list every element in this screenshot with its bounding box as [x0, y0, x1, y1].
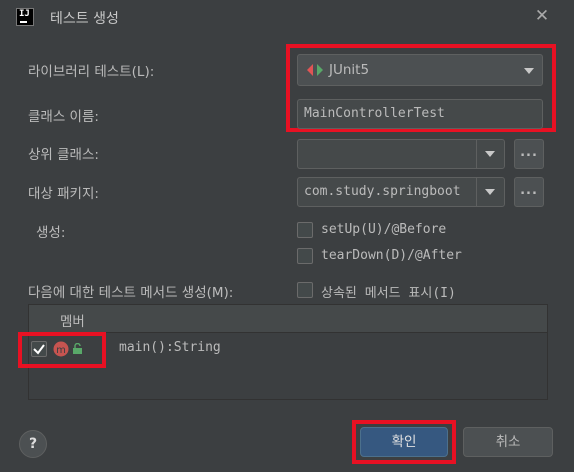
superclass-combobox[interactable] — [297, 139, 505, 169]
svg-text:m: m — [56, 345, 66, 356]
close-icon[interactable]: ✕ — [532, 6, 552, 26]
chevron-down-icon[interactable] — [524, 68, 534, 74]
setup-label[interactable]: setUp(U)/@Before — [321, 222, 446, 237]
show-inherited-label[interactable]: 상속된 메서드 표시(I) — [321, 282, 456, 301]
junit-icon — [307, 64, 323, 76]
show-inherited-checkbox[interactable] — [297, 282, 313, 298]
ok-button[interactable]: 확인 — [360, 427, 448, 457]
chevron-down-icon[interactable] — [485, 151, 495, 157]
member-signature: main():String — [119, 340, 221, 355]
superclass-browse-button[interactable]: ... — [514, 139, 544, 169]
check-icon — [33, 344, 45, 355]
package-combobox[interactable]: com.study.springboot — [297, 177, 505, 207]
generate-label: 생성: — [36, 225, 66, 241]
library-label: 라이브러리 테스트(L): — [28, 64, 155, 80]
column-header-member: 멤버 — [60, 314, 85, 330]
combo-divider — [476, 178, 477, 206]
chevron-down-icon[interactable] — [485, 189, 495, 195]
package-browse-button[interactable]: ... — [514, 177, 544, 207]
help-button[interactable]: ? — [19, 430, 47, 458]
methods-label: 다음에 대한 테스트 메서드 생성(M): — [28, 285, 234, 301]
members-table-header[interactable]: 멤버 — [29, 305, 547, 333]
cancel-button[interactable]: 취소 — [463, 427, 553, 457]
setup-checkbox[interactable] — [297, 222, 313, 238]
teardown-label[interactable]: tearDown(D)/@After — [321, 248, 462, 263]
table-row[interactable]: m main():String — [29, 334, 547, 364]
teardown-checkbox[interactable] — [297, 248, 313, 264]
dialog-title: 테스트 생성 — [50, 11, 119, 27]
class-name-value: MainControllerTest — [304, 106, 445, 121]
package-value: com.study.springboot — [304, 184, 461, 199]
superclass-label: 상위 클래스: — [28, 147, 99, 163]
class-name-label: 클래스 이름: — [28, 109, 99, 125]
member-row-checkbox[interactable] — [31, 341, 47, 357]
class-name-input[interactable]: MainControllerTest — [297, 99, 543, 129]
library-value: JUnit5 — [329, 62, 370, 78]
library-dropdown[interactable]: JUnit5 — [297, 54, 543, 86]
method-m-icon: m — [53, 341, 69, 357]
intellij-logo-icon: IJ — [16, 8, 34, 26]
package-label: 대상 패키지: — [28, 186, 99, 202]
combo-divider — [476, 140, 477, 168]
public-lock-icon — [73, 343, 82, 354]
